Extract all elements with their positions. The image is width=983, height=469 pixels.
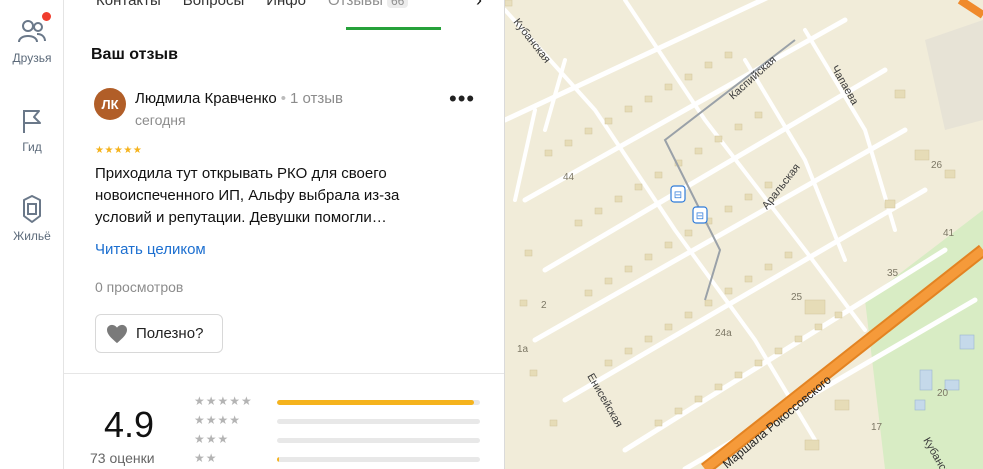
rating-bar-fill [277, 400, 474, 405]
house-number: 25 [791, 292, 803, 303]
divider [64, 373, 504, 374]
tab-info[interactable]: Инфо [266, 0, 306, 9]
rail-guide-label: Гид [22, 140, 42, 154]
house-number: 20 [937, 388, 949, 399]
rating-row-stars: ★★★ [194, 432, 230, 446]
review-author: Людмила Кравченко • 1 отзыв [135, 90, 343, 107]
rating-row-5[interactable]: ★★★★★ [194, 394, 484, 412]
rail-housing-label: Жильё [13, 229, 51, 243]
useful-label: Полезно? [136, 325, 204, 342]
rail-friends[interactable]: Друзья [0, 12, 64, 65]
rating-row-4[interactable]: ★★★★ [194, 413, 484, 431]
rating-bar-fill [277, 457, 280, 462]
rail-guide[interactable]: Гид [0, 105, 64, 154]
view-count: 0 просмотров [95, 279, 184, 295]
tab-contacts[interactable]: Контакты [96, 0, 161, 9]
tab-bar: Контакты Вопросы Инфо Отзывы 66 [64, 0, 504, 30]
house-number: 17 [871, 422, 883, 433]
flag-icon [16, 105, 48, 137]
rating-row-3[interactable]: ★★★ [194, 432, 484, 450]
rating-bar [277, 438, 480, 443]
rating-bar [277, 400, 480, 405]
active-tab-indicator [346, 27, 441, 30]
tab-reviews-count: 66 [386, 0, 409, 8]
review-date: сегодня [135, 112, 186, 128]
author-review-count: 1 отзыв [289, 90, 343, 107]
heart-icon [107, 324, 127, 343]
house-number: 1а [517, 344, 529, 355]
rail-housing[interactable]: Жильё [0, 194, 64, 243]
review-stars: ★★★★★ [95, 145, 143, 156]
rating-row-stars: ★★★★ [194, 413, 242, 427]
left-rail: Друзья Гид Жильё [0, 0, 64, 469]
housing-icon [16, 194, 48, 226]
tab-reviews[interactable]: Отзывы 66 [327, 0, 409, 9]
house-number: 41 [943, 228, 955, 239]
house-number: 35 [887, 268, 899, 279]
map[interactable]: ⊟ ⊟ Кубанская Каспийская Чапаева Аральск… [505, 0, 983, 469]
rating-row-stars: ★★★★★ [194, 394, 253, 408]
rating-count: 73 оценки [90, 450, 155, 466]
rating-bar [277, 419, 480, 424]
place-panel: Контакты Вопросы Инфо Отзывы 66 › Ваш отз… [64, 0, 505, 469]
review-text: Приходила тут открывать РКО для своего н… [95, 165, 400, 226]
friends-icon [16, 12, 51, 48]
more-options-icon[interactable]: ••• [449, 86, 475, 112]
notification-dot [42, 12, 51, 21]
chevron-right-icon[interactable]: › [476, 0, 482, 11]
rating-score: 4.9 [104, 404, 155, 445]
avatar[interactable]: ЛК [94, 88, 126, 120]
rail-friends-label: Друзья [12, 51, 52, 65]
rating-bar [277, 457, 480, 462]
house-number: 44 [563, 172, 575, 183]
read-more-link[interactable]: Читать целиком [95, 241, 206, 258]
house-number: 26 [931, 160, 943, 171]
author-separator: • [280, 90, 286, 107]
section-title: Ваш отзыв [91, 46, 178, 63]
house-number: 2 [541, 300, 547, 311]
tab-reviews-label: Отзывы [327, 0, 383, 9]
bus-stop-glyph: ⊟ [674, 190, 682, 201]
house-number: 24а [715, 328, 732, 339]
tab-questions[interactable]: Вопросы [183, 0, 244, 9]
bus-stop-glyph: ⊟ [696, 211, 704, 222]
rating-row-stars: ★★ [194, 451, 218, 465]
author-name[interactable]: Людмила Кравченко [135, 90, 277, 107]
rating-row-2[interactable]: ★★ [194, 451, 484, 469]
useful-button[interactable]: Полезно? [95, 314, 223, 353]
